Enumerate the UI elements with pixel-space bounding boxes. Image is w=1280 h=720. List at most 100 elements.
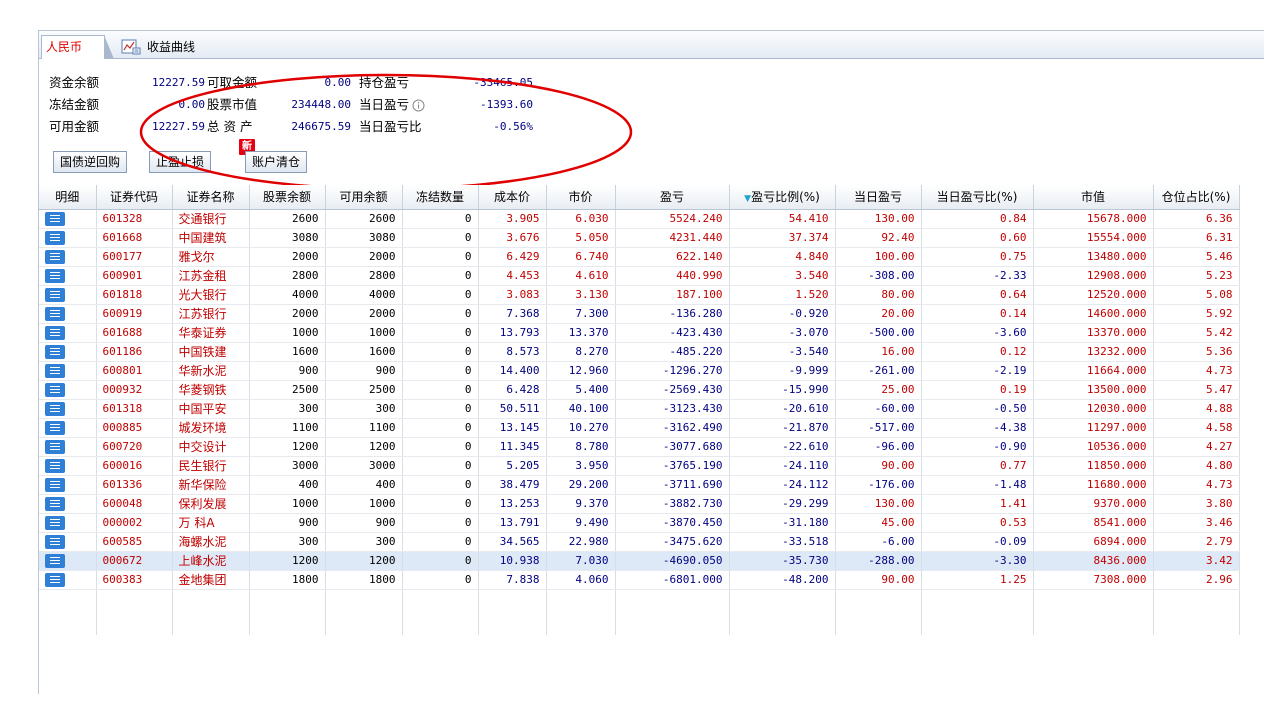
table-row[interactable]: 600901 江苏金租 2800 2800 0 4.453 4.610 440.990 3.54…	[39, 266, 1240, 286]
detail-list-icon[interactable]	[45, 287, 65, 302]
security-name-cell: 保利发展	[172, 494, 250, 514]
column-header[interactable]: 证券代码	[96, 185, 173, 210]
detail-cell[interactable]	[39, 437, 97, 457]
detail-cell[interactable]	[39, 418, 97, 438]
column-header[interactable]: 成本价	[478, 185, 547, 210]
detail-cell[interactable]	[39, 361, 97, 381]
table-row[interactable]: 601186 中国铁建 1600 1600 0 8.573 8.270 -485.220 -3.…	[39, 342, 1240, 362]
security-name-cell: 交通银行	[172, 209, 250, 229]
detail-list-icon[interactable]	[45, 249, 65, 264]
today-pl-ratio-cell: 0.60	[921, 228, 1034, 248]
empty-cell	[729, 589, 836, 635]
detail-list-icon[interactable]	[45, 401, 65, 416]
table-row[interactable]: 600919 江苏银行 2000 2000 0 7.368 7.300 -136.280 -0.…	[39, 304, 1240, 324]
table-row[interactable]: 000002 万 科A 900 900 0 13.791 9.490 -3870.450 -31…	[39, 513, 1240, 533]
detail-list-icon[interactable]	[45, 439, 65, 454]
detail-list-icon[interactable]	[45, 534, 65, 549]
column-header[interactable]: 当日盈亏	[835, 185, 922, 210]
reverse-repo-button[interactable]: 国债逆回购	[53, 151, 128, 173]
detail-list-icon[interactable]	[45, 325, 65, 340]
detail-list-icon[interactable]	[45, 420, 65, 435]
today-pl-ratio-cell: -2.33	[921, 266, 1034, 286]
clear-account-button[interactable]: 账户清仓	[245, 151, 308, 173]
today-pl-cell: -288.00	[835, 551, 922, 571]
detail-cell[interactable]	[39, 494, 97, 514]
detail-cell[interactable]	[39, 399, 97, 419]
detail-list-icon[interactable]	[45, 477, 65, 492]
detail-list-icon[interactable]	[45, 458, 65, 473]
column-header[interactable]: 市值	[1033, 185, 1154, 210]
table-row[interactable]: 600801 华新水泥 900 900 0 14.400 12.960 -1296.270 -9…	[39, 361, 1240, 381]
detail-cell[interactable]	[39, 456, 97, 476]
detail-list-icon[interactable]	[45, 306, 65, 321]
detail-cell[interactable]	[39, 380, 97, 400]
table-row[interactable]: 000932 华菱钢铁 2500 2500 0 6.428 5.400 -2569.430 -1…	[39, 380, 1240, 400]
table-row[interactable]: 600048 保利发展 1000 1000 0 13.253 9.370 -3882.730-…	[39, 494, 1240, 514]
detail-list-icon[interactable]	[45, 268, 65, 283]
table-row[interactable]: 600720 中交设计 1200 1200 0 11.345 8.780 -3077.680-…	[39, 437, 1240, 457]
detail-cell[interactable]	[39, 266, 97, 286]
detail-list-icon[interactable]	[45, 230, 65, 245]
detail-cell[interactable]	[39, 285, 97, 305]
frozen-qty-cell: 0	[402, 513, 479, 533]
detail-cell[interactable]	[39, 513, 97, 533]
frozen-qty-cell: 0	[402, 399, 479, 419]
detail-cell[interactable]	[39, 551, 97, 571]
table-row[interactable]: 601318 中国平安 300 300 0 50.511 40.100 -3123.430 -2…	[39, 399, 1240, 419]
detail-cell[interactable]	[39, 304, 97, 324]
info-icon[interactable]	[412, 98, 425, 118]
detail-list-icon[interactable]	[45, 496, 65, 511]
table-row[interactable]: 601818 光大银行 4000 4000 0 3.083 3.130 187.100 1.52…	[39, 285, 1240, 305]
detail-cell[interactable]	[39, 342, 97, 362]
profit-loss-cell: -2569.430	[615, 380, 730, 400]
tab-profit-curve[interactable]: 收益曲线	[119, 35, 195, 59]
cost-price-cell: 13.253	[478, 494, 547, 514]
column-header[interactable]: 冻结数量	[402, 185, 479, 210]
detail-list-icon[interactable]	[45, 572, 65, 587]
today-pl-cell: -6.00	[835, 532, 922, 552]
security-code-cell: 600720	[96, 437, 173, 457]
column-header[interactable]: ▼盈亏比例(%)	[729, 185, 836, 210]
detail-list-icon[interactable]	[45, 382, 65, 397]
detail-cell[interactable]	[39, 475, 97, 495]
tab-rmb[interactable]: 人民币	[41, 35, 114, 59]
cost-price-cell: 7.368	[478, 304, 547, 324]
table-row[interactable]: 600585 海螺水泥 300 300 0 34.565 22.980 -3475.620 -3…	[39, 532, 1240, 552]
table-row[interactable]: 600177 雅戈尔 2000 2000 0 6.429 6.740 622.140 4.840…	[39, 247, 1240, 267]
detail-cell[interactable]	[39, 532, 97, 552]
table-row[interactable]: 000885 城发环境 1100 1100 0 13.145 10.270 -3162.490…	[39, 418, 1240, 438]
column-header[interactable]: 仓位占比(%)	[1153, 185, 1240, 210]
detail-list-icon[interactable]	[45, 515, 65, 530]
summary-row-2: 冻结金额 0.00 股票市值 234448.00 当日盈亏 -1393.60	[49, 95, 649, 115]
market-price-cell: 5.400	[546, 380, 616, 400]
detail-list-icon[interactable]	[45, 553, 65, 568]
column-header[interactable]: 证券名称	[172, 185, 250, 210]
table-row[interactable]: 601688 华泰证券 1000 1000 0 13.793 13.370 -423.430-…	[39, 323, 1240, 343]
table-row[interactable]: 600383 金地集团 1800 1800 0 7.838 4.060 -6801.000 -4…	[39, 570, 1240, 590]
detail-cell[interactable]	[39, 323, 97, 343]
detail-list-icon[interactable]	[45, 211, 65, 226]
column-header[interactable]: 股票余额	[249, 185, 326, 210]
column-header[interactable]: 盈亏	[615, 185, 730, 210]
table-row[interactable]: 600016 民生银行 3000 3000 0 5.205 3.950 -3765.190 -2…	[39, 456, 1240, 476]
market-price-cell: 3.950	[546, 456, 616, 476]
table-row[interactable]: 601336 新华保险 400 400 0 38.479 29.200 -3711.690 -2…	[39, 475, 1240, 495]
column-header[interactable]: 明细	[39, 185, 97, 210]
table-row[interactable]: 601668 中国建筑 3080 3080 0 3.676 5.050 4231.440 37.…	[39, 228, 1240, 248]
profit-loss-cell: -3711.690	[615, 475, 730, 495]
market-price-cell: 3.130	[546, 285, 616, 305]
detail-cell[interactable]	[39, 209, 97, 229]
market-price-cell: 6.030	[546, 209, 616, 229]
detail-list-icon[interactable]	[45, 344, 65, 359]
stop-profit-loss-button[interactable]: 止盈止损	[149, 151, 212, 173]
table-row[interactable]: 000672 上峰水泥 1200 1200 0 10.938 7.030 -4690.050-…	[39, 551, 1240, 571]
detail-list-icon[interactable]	[45, 363, 65, 378]
market-value-cell: 11297.000	[1033, 418, 1154, 438]
detail-cell[interactable]	[39, 570, 97, 590]
column-header[interactable]: 市价	[546, 185, 616, 210]
detail-cell[interactable]	[39, 228, 97, 248]
column-header[interactable]: 可用余额	[325, 185, 403, 210]
column-header[interactable]: 当日盈亏比(%)	[921, 185, 1034, 210]
detail-cell[interactable]	[39, 247, 97, 267]
table-row[interactable]: 601328 交通银行 2600 2600 0 3.905 6.030 5524.240 54.…	[39, 209, 1240, 229]
